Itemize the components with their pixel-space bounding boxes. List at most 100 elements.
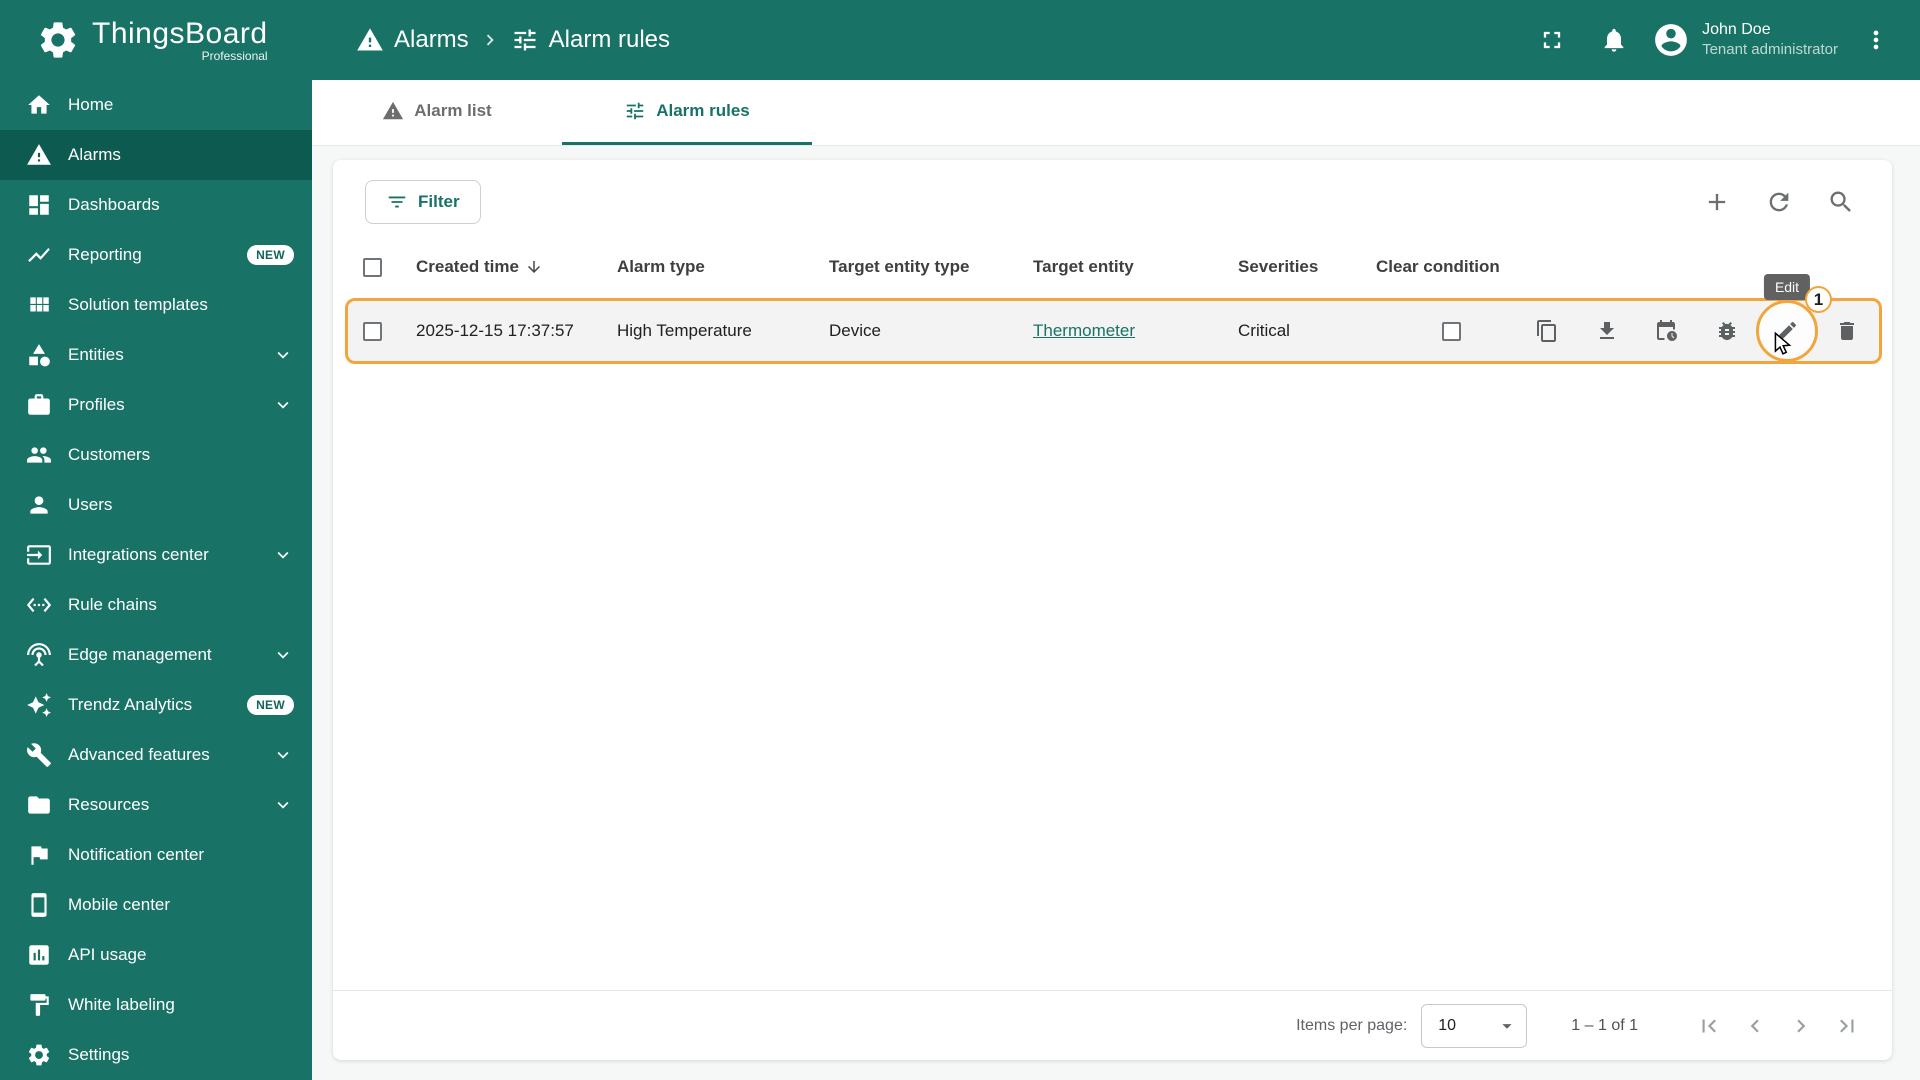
sidebar-item-white-labeling[interactable]: White labeling <box>0 980 312 1030</box>
templates-icon <box>26 292 52 318</box>
first-page-icon <box>1696 1013 1722 1039</box>
chevron-down-icon <box>272 394 294 416</box>
sidebar-item-reporting[interactable]: Reporting NEW <box>0 230 312 280</box>
settings-icon <box>26 1042 52 1068</box>
sidebar-item-customers[interactable]: Customers <box>0 430 312 480</box>
dashboards-icon <box>26 192 52 218</box>
column-header-target-entity[interactable]: Target entity <box>1033 257 1238 277</box>
refresh-button[interactable] <box>1758 181 1800 223</box>
breadcrumb-alarm-rules[interactable]: Alarm rules <box>511 26 670 54</box>
tab-label: Alarm rules <box>656 101 750 120</box>
sidebar-item-profiles[interactable]: Profiles <box>0 380 312 430</box>
chevron-down-icon <box>272 344 294 366</box>
column-header-target-entity-type[interactable]: Target entity type <box>829 257 1033 277</box>
dropdown-arrow-icon <box>1496 1015 1518 1037</box>
download-button[interactable] <box>1586 310 1628 352</box>
tab-alarm-list[interactable]: Alarm list <box>312 80 562 145</box>
fullscreen-button[interactable] <box>1528 16 1576 64</box>
sidebar-item-label: Solution templates <box>68 295 208 314</box>
sidebar-item-label: Notification center <box>68 845 205 864</box>
main-area: Alarm list Alarm rules Filter Created ti… <box>312 80 1920 1080</box>
sidebar-item-label: Home <box>68 95 114 114</box>
tab-alarm-rules[interactable]: Alarm rules <box>562 80 812 145</box>
sidebar-item-entities[interactable]: Entities <box>0 330 312 380</box>
previous-page-button[interactable] <box>1732 1003 1778 1049</box>
sidebar-item-label: Customers <box>68 445 151 464</box>
user-menu[interactable]: John Doe Tenant administrator <box>1652 20 1838 60</box>
filter-button[interactable]: Filter <box>365 180 481 224</box>
first-page-button[interactable] <box>1686 1003 1732 1049</box>
more-menu-button[interactable] <box>1852 16 1900 64</box>
sidebar-item-home[interactable]: Home <box>0 80 312 130</box>
search-button[interactable] <box>1820 181 1862 223</box>
next-page-button[interactable] <box>1778 1003 1824 1049</box>
sidebar-item-dashboards[interactable]: Dashboards <box>0 180 312 230</box>
chevron-right-icon <box>1788 1013 1814 1039</box>
bell-icon <box>1600 26 1628 54</box>
sidebar-item-label: API usage <box>68 945 147 964</box>
sidebar-item-trendz-analytics[interactable]: Trendz Analytics NEW <box>0 680 312 730</box>
sidebar-item-resources[interactable]: Resources <box>0 780 312 830</box>
items-per-page-label: Items per page: <box>1296 1016 1408 1034</box>
chevron-down-icon <box>272 794 294 816</box>
last-page-button[interactable] <box>1824 1003 1870 1049</box>
tune-icon <box>511 26 539 54</box>
sidebar-item-advanced-features[interactable]: Advanced features <box>0 730 312 780</box>
alarm-rules-card: Filter Created time Alarm type Target en… <box>333 160 1892 1060</box>
table-row[interactable]: 2025-12-15 17:37:57 High Temperature Dev… <box>345 274 1882 364</box>
app-subtitle: Professional <box>201 48 268 63</box>
sidebar-item-label: White labeling <box>68 995 175 1014</box>
copy-button[interactable] <box>1526 310 1568 352</box>
sidebar-item-integrations-center[interactable]: Integrations center <box>0 530 312 580</box>
sidebar-item-notification-center[interactable]: Notification center <box>0 830 312 880</box>
table-header-row: Created time Alarm type Target entity ty… <box>333 240 1892 294</box>
column-header-clear-condition[interactable]: Clear condition <box>1376 257 1526 277</box>
items-per-page-select[interactable]: 10 <box>1421 1003 1528 1048</box>
avatar <box>1652 21 1690 59</box>
column-label: Severities <box>1238 257 1319 276</box>
app-name: ThingsBoard <box>92 16 268 50</box>
column-label: Created time <box>416 257 519 276</box>
sidebar-item-edge-management[interactable]: Edge management <box>0 630 312 680</box>
mobile-center-icon <box>26 892 52 918</box>
column-label: Alarm type <box>617 257 705 276</box>
plus-icon <box>1703 188 1731 216</box>
entities-icon <box>26 342 52 368</box>
notifications-button[interactable] <box>1590 16 1638 64</box>
api-usage-icon <box>26 942 52 968</box>
chevron-left-icon <box>1742 1013 1768 1039</box>
home-icon <box>26 92 52 118</box>
app-logo[interactable]: ThingsBoard Professional <box>0 16 312 63</box>
user-name: John Doe <box>1702 21 1771 38</box>
breadcrumb-alarms[interactable]: Alarms <box>356 26 469 54</box>
fullscreen-icon <box>1538 26 1566 54</box>
column-header-alarm-type[interactable]: Alarm type <box>617 257 829 277</box>
advanced-features-icon <box>26 742 52 768</box>
sidebar-item-solution-templates[interactable]: Solution templates <box>0 280 312 330</box>
sidebar-item-label: Trendz Analytics <box>68 695 193 714</box>
sidebar-item-settings[interactable]: Settings <box>0 1030 312 1080</box>
notification-center-icon <box>26 842 52 868</box>
sidebar-item-rule-chains[interactable]: Rule chains <box>0 580 312 630</box>
column-label: Clear condition <box>1376 257 1500 276</box>
sidebar-item-api-usage[interactable]: API usage <box>0 930 312 980</box>
select-all-checkbox[interactable] <box>363 257 382 277</box>
cell-created-time: 2025-12-15 17:37:57 <box>416 321 574 340</box>
clear-condition-checkbox[interactable] <box>1441 321 1461 341</box>
debug-button[interactable] <box>1706 310 1748 352</box>
delete-button[interactable] <box>1826 310 1868 352</box>
add-alarm-rule-button[interactable] <box>1696 181 1738 223</box>
warning-icon <box>356 26 384 54</box>
row-checkbox[interactable] <box>363 321 382 341</box>
column-header-severities[interactable]: Severities <box>1238 257 1376 277</box>
sidebar-item-mobile-center[interactable]: Mobile center <box>0 880 312 930</box>
table-toolbar: Filter <box>333 160 1892 234</box>
sidebar-item-alarms[interactable]: Alarms <box>0 130 312 180</box>
filter-label: Filter <box>418 192 460 211</box>
schedule-export-button[interactable] <box>1646 310 1688 352</box>
sidebar-item-label: Users <box>68 495 113 514</box>
sidebar-item-users[interactable]: Users <box>0 480 312 530</box>
breadcrumb-label: Alarms <box>394 26 469 53</box>
column-header-created-time[interactable]: Created time <box>416 257 617 277</box>
target-entity-link[interactable]: Thermometer <box>1033 321 1238 341</box>
